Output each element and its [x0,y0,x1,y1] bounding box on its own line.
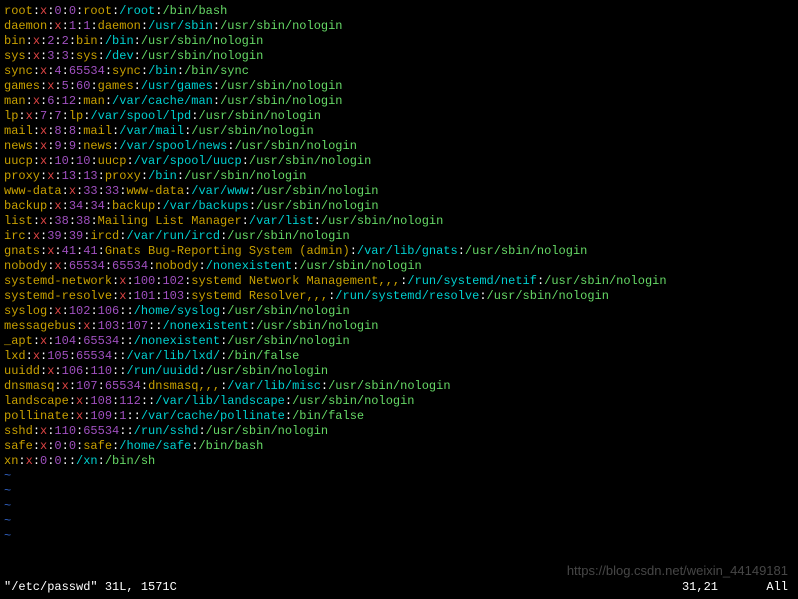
passwd-line: list:x:38:38:Mailing List Manager:/var/l… [4,214,794,229]
passwd-line: uuidd:x:106:110::/run/uuidd:/usr/sbin/no… [4,364,794,379]
passwd-line: sshd:x:110:65534::/run/sshd:/usr/sbin/no… [4,424,794,439]
tilde-line: ~ [4,469,794,484]
empty-lines: ~~~~~ [4,469,794,544]
passwd-line: root:x:0:0:root:/root:/bin/bash [4,4,794,19]
passwd-line: dnsmasq:x:107:65534:dnsmasq,,,:/var/lib/… [4,379,794,394]
tilde-line: ~ [4,529,794,544]
vim-cursor-position: 31,21 [682,580,718,595]
passwd-line: xn:x:0:0::/xn:/bin/sh [4,454,794,469]
tilde-line: ~ [4,499,794,514]
passwd-line: sys:x:3:3:sys:/dev:/usr/sbin/nologin [4,49,794,64]
passwd-line: nobody:x:65534:65534:nobody:/nonexistent… [4,259,794,274]
passwd-line: landscape:x:108:112::/var/lib/landscape:… [4,394,794,409]
passwd-line: news:x:9:9:news:/var/spool/news:/usr/sbi… [4,139,794,154]
watermark-text: https://blog.csdn.net/weixin_44149181 [567,563,788,579]
passwd-line: man:x:6:12:man:/var/cache/man:/usr/sbin/… [4,94,794,109]
passwd-line: lxd:x:105:65534::/var/lib/lxd/:/bin/fals… [4,349,794,364]
tilde-line: ~ [4,514,794,529]
passwd-line: backup:x:34:34:backup:/var/backups:/usr/… [4,199,794,214]
passwd-line: bin:x:2:2:bin:/bin:/usr/sbin/nologin [4,34,794,49]
passwd-line: uucp:x:10:10:uucp:/var/spool/uucp:/usr/s… [4,154,794,169]
passwd-line: lp:x:7:7:lp:/var/spool/lpd:/usr/sbin/nol… [4,109,794,124]
passwd-line: mail:x:8:8:mail:/var/mail:/usr/sbin/nolo… [4,124,794,139]
passwd-line: _apt:x:104:65534::/nonexistent:/usr/sbin… [4,334,794,349]
passwd-line: pollinate:x:109:1::/var/cache/pollinate:… [4,409,794,424]
file-content: root:x:0:0:root:/root:/bin/bashdaemon:x:… [4,4,794,469]
passwd-line: messagebus:x:103:107::/nonexistent:/usr/… [4,319,794,334]
passwd-line: irc:x:39:39:ircd:/var/run/ircd:/usr/sbin… [4,229,794,244]
passwd-line: daemon:x:1:1:daemon:/usr/sbin:/usr/sbin/… [4,19,794,34]
vim-status-bar: "/etc/passwd" 31L, 1571C [4,580,177,595]
passwd-line: sync:x:4:65534:sync:/bin:/bin/sync [4,64,794,79]
passwd-line: gnats:x:41:41:Gnats Bug-Reporting System… [4,244,794,259]
vim-scroll-mode: All [766,580,788,595]
tilde-line: ~ [4,484,794,499]
passwd-line: syslog:x:102:106::/home/syslog:/usr/sbin… [4,304,794,319]
passwd-line: www-data:x:33:33:www-data:/var/www:/usr/… [4,184,794,199]
passwd-line: systemd-network:x:100:102:systemd Networ… [4,274,794,289]
passwd-line: proxy:x:13:13:proxy:/bin:/usr/sbin/nolog… [4,169,794,184]
passwd-line: games:x:5:60:games:/usr/games:/usr/sbin/… [4,79,794,94]
passwd-line: systemd-resolve:x:101:103:systemd Resolv… [4,289,794,304]
passwd-line: safe:x:0:0:safe:/home/safe:/bin/bash [4,439,794,454]
